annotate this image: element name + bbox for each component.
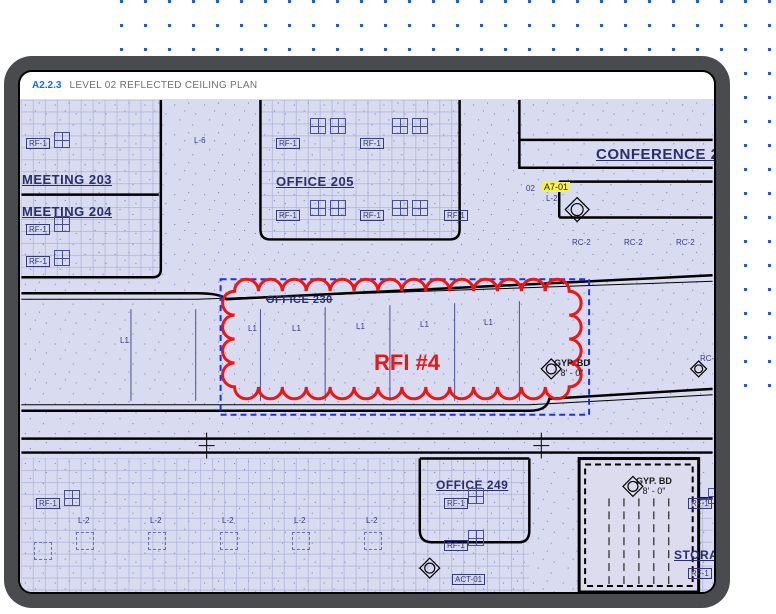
tag-rf1: RF-1: [276, 210, 300, 221]
tag-rc2: RC-2: [676, 238, 695, 247]
tag-rc2: RC-2: [572, 238, 591, 247]
light-fixture-icon: [412, 118, 428, 134]
tag-act01: ACT-01: [452, 574, 485, 585]
tag-rf1: RF-1: [444, 540, 468, 551]
tag-rf1: RF-1: [26, 224, 50, 235]
light-fixture-icon: [64, 490, 80, 506]
room-office-230: OFFICE 230: [266, 294, 333, 306]
tag-l2: L-2: [366, 516, 378, 525]
tag-l1: L1: [292, 324, 301, 333]
light-fixture-icon: [330, 200, 346, 216]
light-fixture-icon: [54, 250, 70, 266]
fixture-dash-icon: [76, 532, 94, 550]
tag-rf1: RF-1: [36, 498, 60, 509]
tag-l1: L1: [420, 320, 429, 329]
tag-l1: L1: [120, 336, 129, 345]
tag-l1: L1: [356, 322, 365, 331]
callout-gyp-bd-upper: GYP. BD 8' - 0": [554, 358, 590, 378]
callout-a701: A7-01: [542, 182, 570, 192]
fixture-dash-icon: [364, 532, 382, 550]
room-office-205: OFFICE 205: [276, 174, 354, 189]
light-fixture-icon: [468, 530, 484, 546]
light-fixture-icon: [310, 200, 326, 216]
tag-rf1: RF-1: [276, 138, 300, 149]
tag-l2: L-2: [150, 516, 162, 525]
tag-rf1: RF-1: [688, 568, 712, 579]
light-fixture-icon: [310, 118, 326, 134]
tag-l1: L1: [484, 318, 493, 327]
tag-rc2: RC-2: [700, 354, 714, 363]
light-fixture-icon: [54, 132, 70, 148]
light-fixture-icon: [468, 488, 484, 504]
tag-rf1: RF-1: [26, 256, 50, 267]
fixture-dash-icon: [148, 532, 166, 550]
light-fixture-icon: [330, 118, 346, 134]
room-meeting-203: MEETING 203: [22, 172, 112, 187]
tag-l6: L-6: [194, 136, 206, 145]
light-fixture-icon: [412, 200, 428, 216]
light-fixture-icon: [54, 216, 70, 232]
app-screen: A2.2.3 LEVEL 02 REFLECTED CEILING PLAN: [20, 72, 714, 592]
light-fixture-icon: [708, 488, 714, 504]
tag-rf1: RF-1: [444, 210, 468, 221]
tag-l1: L1: [248, 324, 257, 333]
light-fixture-icon: [392, 118, 408, 134]
fixture-dash-icon: [220, 532, 238, 550]
tag-l2: L-2: [546, 194, 558, 203]
drawing-title-bar[interactable]: A2.2.3 LEVEL 02 REFLECTED CEILING PLAN: [20, 72, 714, 100]
level-marker-02: 02: [526, 184, 535, 193]
rfi-markup-label[interactable]: RFI #4: [374, 350, 440, 376]
fixture-dash-icon: [34, 542, 52, 560]
callout-gyp-bd-lower: GYP. BD 8' - 0": [636, 476, 672, 496]
tag-rc2: RC-2: [624, 238, 643, 247]
floor-plan-canvas[interactable]: MEETING 203 MEETING 204 OFFICE 205 CONFE…: [20, 100, 714, 592]
tag-rf1: RF-1: [360, 210, 384, 221]
sheet-title: LEVEL 02 REFLECTED CEILING PLAN: [69, 80, 257, 91]
tag-l2: L-2: [222, 516, 234, 525]
tag-l2: L-2: [78, 516, 90, 525]
tablet-bezel: A2.2.3 LEVEL 02 REFLECTED CEILING PLAN: [18, 70, 716, 594]
tablet-frame: A2.2.3 LEVEL 02 REFLECTED CEILING PLAN: [4, 56, 730, 608]
sheet-code: A2.2.3: [32, 80, 61, 91]
tag-l2: L-2: [294, 516, 306, 525]
tag-rf1: RF-1: [26, 138, 50, 149]
room-storage: STORAG: [674, 548, 714, 562]
tag-rf1: RF-1: [444, 498, 468, 509]
tag-rf1: RF-1: [360, 138, 384, 149]
light-fixture-icon: [392, 200, 408, 216]
fixture-dash-icon: [292, 532, 310, 550]
room-conference: CONFERENCE 2: [596, 146, 714, 163]
